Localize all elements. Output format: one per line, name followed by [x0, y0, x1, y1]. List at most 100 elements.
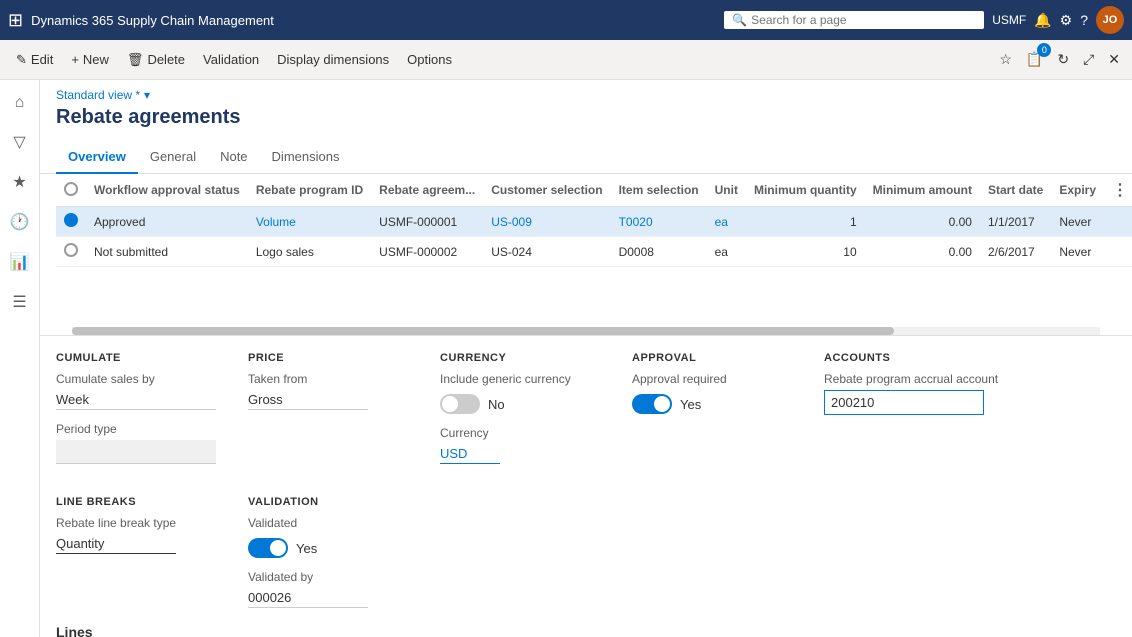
chart-icon[interactable]: 📊	[4, 246, 36, 278]
validated-label: Validated	[248, 516, 408, 530]
col-more[interactable]: ⋮	[1104, 174, 1132, 207]
col-rebate-agreement: Rebate agreem...	[371, 174, 483, 207]
refresh-icon[interactable]: ↻	[1053, 47, 1073, 72]
toggle-thumb	[270, 540, 286, 556]
currency-group: CURRENCY Include generic currency No Cur…	[440, 352, 600, 464]
customer-link[interactable]: US-009	[491, 215, 532, 229]
notification-bell-icon[interactable]: 🔔	[1034, 12, 1051, 29]
page-header: Standard view * ▾ Rebate agreements	[40, 80, 1132, 141]
validation-title: VALIDATION	[248, 496, 408, 508]
home-icon[interactable]: ⌂	[9, 88, 31, 118]
cumulate-sales-label: Cumulate sales by	[56, 372, 216, 386]
validated-by-label: Validated by	[248, 570, 408, 584]
content-area: Standard view * ▾ Rebate agreements Over…	[40, 80, 1132, 637]
tab-note[interactable]: Note	[208, 141, 259, 174]
cell-start-date: 1/1/2017	[980, 207, 1051, 237]
view-selector[interactable]: Standard view * ▾	[56, 88, 1116, 102]
validation-group: VALIDATION Validated Yes Validated by	[248, 496, 408, 608]
open-new-window-icon[interactable]: ⤢	[1079, 47, 1098, 72]
row-radio[interactable]	[64, 213, 78, 227]
close-icon[interactable]: ✕	[1104, 47, 1124, 72]
col-start-date: Start date	[980, 174, 1051, 207]
col-unit: Unit	[707, 174, 746, 207]
scrollbar-thumb[interactable]	[72, 327, 894, 335]
period-type-label: Period type	[56, 422, 216, 436]
horizontal-scrollbar[interactable]	[72, 327, 1100, 335]
col-min-quantity: Minimum quantity	[746, 174, 865, 207]
delete-button[interactable]: 🗑 Delete	[119, 48, 193, 72]
help-question-icon[interactable]: ?	[1080, 12, 1088, 28]
left-sidebar: ⌂ ▽ ★ 🕐 📊 ☰	[0, 80, 40, 637]
table-row[interactable]: Approved Volume USMF-000001 US-009 T0020…	[56, 207, 1132, 237]
currency-input[interactable]	[440, 444, 500, 464]
cell-item-selection: T0020	[611, 207, 707, 237]
tab-dimensions[interactable]: Dimensions	[260, 141, 352, 174]
table-row[interactable]: Not submitted Logo sales USMF-000002 US-…	[56, 237, 1132, 267]
include-generic-toggle[interactable]	[440, 394, 480, 414]
approval-required-toggle[interactable]	[632, 394, 672, 414]
toggle-thumb	[442, 396, 458, 412]
include-generic-toggle-row: No	[440, 394, 600, 414]
edit-button[interactable]: ✎ Edit	[8, 48, 61, 72]
volume-link[interactable]: Volume	[256, 215, 296, 229]
row-radio[interactable]	[64, 243, 78, 257]
details-section: CUMULATE Cumulate sales by Period type P…	[40, 335, 1132, 624]
rebate-agreements-table: Workflow approval status Rebate program …	[56, 174, 1132, 267]
include-generic-label: Include generic currency	[440, 372, 600, 386]
break-type-label: Rebate line break type	[56, 516, 216, 530]
cell-expiry: Never	[1051, 237, 1104, 267]
app-grid-icon[interactable]: ⊞	[8, 10, 23, 31]
cell-rebate-program-id: Volume	[248, 207, 371, 237]
col-customer-selection: Customer selection	[483, 174, 610, 207]
accounts-title: ACCOUNTS	[824, 352, 998, 364]
currency-title: CURRENCY	[440, 352, 600, 364]
display-dimensions-button[interactable]: Display dimensions	[269, 48, 397, 71]
nav-actions: USMF 🔔 ⚙ ? JO	[992, 6, 1124, 34]
filter-icon[interactable]: ▽	[7, 126, 31, 158]
taken-from-input[interactable]	[248, 390, 368, 410]
line-breaks-title: LINE BREAKS	[56, 496, 216, 508]
search-bar[interactable]: 🔍	[724, 11, 984, 29]
cell-customer-selection: US-024	[483, 237, 610, 267]
cumulate-sales-input[interactable]	[56, 390, 216, 410]
top-navbar: ⊞ Dynamics 365 Supply Chain Management 🔍…	[0, 0, 1132, 40]
approval-group: APPROVAL Approval required Yes	[632, 352, 792, 464]
search-input[interactable]	[751, 13, 976, 27]
accrual-account-input[interactable]	[824, 390, 984, 415]
user-avatar[interactable]: JO	[1096, 6, 1124, 34]
list-icon[interactable]: ☰	[6, 286, 32, 318]
page-title: Rebate agreements	[56, 106, 1116, 129]
cell-min-amount: 0.00	[865, 207, 980, 237]
cumulate-title: CUMULATE	[56, 352, 216, 364]
options-button[interactable]: Options	[399, 48, 460, 71]
cell-min-amount: 0.00	[865, 237, 980, 267]
validation-button[interactable]: Validation	[195, 48, 267, 71]
tab-overview[interactable]: Overview	[56, 141, 138, 174]
search-icon: 🔍	[732, 13, 747, 27]
star-icon[interactable]: ★	[6, 166, 32, 198]
clock-icon[interactable]: 🕐	[4, 206, 36, 238]
favorites-icon[interactable]: ☆	[995, 47, 1016, 72]
cell-rebate-agreement: USMF-000001	[371, 207, 483, 237]
period-type-input[interactable]	[56, 440, 216, 464]
validated-toggle-label: Yes	[296, 541, 317, 556]
settings-gear-icon[interactable]: ⚙	[1060, 12, 1073, 29]
details-grid: CUMULATE Cumulate sales by Period type P…	[56, 352, 1116, 608]
col-expiry: Expiry	[1051, 174, 1104, 207]
currency-label: Currency	[440, 426, 600, 440]
tab-general[interactable]: General	[138, 141, 208, 174]
chevron-down-icon: ▾	[144, 88, 150, 102]
validated-by-input[interactable]	[248, 588, 368, 608]
validated-toggle[interactable]	[248, 538, 288, 558]
new-icon: +	[71, 52, 79, 67]
item-link[interactable]: T0020	[619, 215, 653, 229]
cell-item-selection: D0008	[611, 237, 707, 267]
toggle-thumb	[654, 396, 670, 412]
select-all-radio[interactable]	[64, 182, 78, 196]
new-button[interactable]: + New	[63, 48, 117, 71]
accounts-group: ACCOUNTS Rebate program accrual account	[824, 352, 998, 464]
notifications-icon[interactable]: 📋 0	[1022, 47, 1047, 72]
break-type-input[interactable]	[56, 534, 176, 554]
unit-link[interactable]: ea	[715, 215, 728, 229]
select-all-header[interactable]	[56, 174, 86, 207]
